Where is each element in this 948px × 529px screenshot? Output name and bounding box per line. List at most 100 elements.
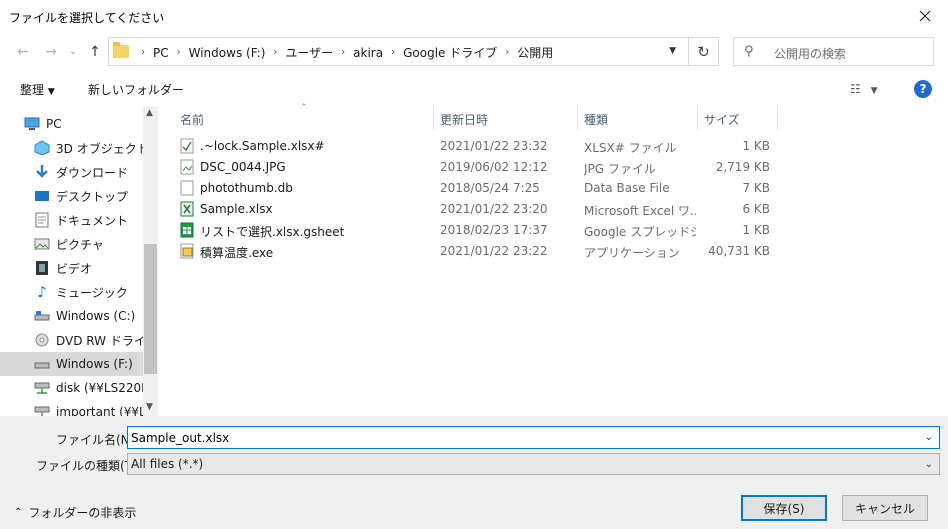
column-divider[interactable] [433,106,434,130]
chevron-up-icon[interactable]: ▲ [146,108,153,118]
column-divider[interactable] [777,106,778,130]
chevron-right-icon[interactable]: › [337,47,349,58]
scrollbar-thumb[interactable] [144,244,157,374]
gsheet-file-icon [180,222,194,238]
new-folder-button[interactable]: 新しいフォルダー [88,81,184,98]
search-input[interactable]: 公開用の検索 [774,45,846,62]
nav-item-pictures[interactable]: ピクチャ [0,232,143,256]
nav-item-drive-f[interactable]: Windows (F:) [0,352,143,376]
view-options-button[interactable]: ☷ ▼ [850,82,878,96]
column-divider[interactable] [697,106,698,130]
help-icon[interactable]: ? [914,80,932,98]
filename-input[interactable] [131,429,911,446]
refresh-button[interactable]: ↻ [689,37,719,66]
folder-icon [113,42,129,58]
arrow-right-icon: → [45,44,57,60]
close-button[interactable] [902,0,948,32]
column-header-name[interactable]: 名前 [180,106,204,130]
nav-item-3d-objects[interactable]: 3D オブジェクト [0,136,143,160]
close-icon [919,10,931,22]
breadcrumb-user[interactable]: akira [349,46,387,60]
recent-locations-button[interactable]: ⌄ [62,42,84,62]
hide-folders-toggle[interactable]: ⌃ フォルダーの非表示 [14,504,136,521]
nav-label: Windows (F:) [56,357,133,371]
dvd-drive-icon [34,332,50,348]
back-button[interactable]: ← [12,42,34,62]
column-header-date[interactable]: 更新日時 [440,106,488,130]
arrow-left-icon: ← [17,44,29,60]
nav-item-network-disk[interactable]: disk (¥¥LS220DD [0,376,143,400]
nav-item-dvd-drive[interactable]: DVD RW ドライブ ( [0,328,143,352]
db-file-icon [180,180,194,196]
nav-item-network-important[interactable]: important (¥¥LS2 [0,400,143,416]
chevron-right-icon[interactable]: › [387,47,399,58]
table-row[interactable]: リストで選択.xlsx.gsheet 2018/02/23 17:37 Goog… [160,220,780,241]
organize-button[interactable]: 整理 ▼ [20,81,55,98]
nav-item-pc[interactable]: PC [0,112,143,136]
breadcrumb-pc[interactable]: PC [149,46,173,60]
file-type: Data Base File [584,181,670,195]
file-name: photothumb.db [200,181,293,195]
nav-item-videos[interactable]: ビデオ [0,256,143,280]
network-drive-icon [34,380,50,396]
nav-item-music[interactable]: ♪ ミュージック [0,280,143,304]
nav-label: disk (¥¥LS220DD [56,381,143,395]
breadcrumb-users[interactable]: ユーザー [281,44,337,61]
filename-combobox[interactable]: ⌄ [127,426,940,449]
nav-item-desktop[interactable]: デスクトップ [0,184,143,208]
address-bar[interactable]: › PC › Windows (F:) › ユーザー › akira › Goo… [108,37,689,66]
nav-label: Windows (C:) [56,309,136,323]
nav-label: デスクトップ [56,189,129,204]
toolbar: 整理 ▼ 新しいフォルダー ☷ ▼ [0,72,948,106]
file-date: 2021/01/22 23:20 [440,202,548,216]
file-date: 2021/01/22 23:32 [440,139,548,153]
file-type: Microsoft Excel ワ... [584,204,696,218]
nav-label: ミュージック [56,285,128,300]
chevron-right-icon[interactable]: › [173,47,185,58]
nav-item-documents[interactable]: ドキュメント [0,208,143,232]
breadcrumb-drive[interactable]: Windows (F:) [185,46,270,60]
column-divider[interactable] [577,106,578,130]
file-size: 40,731 KB [708,244,770,258]
table-row[interactable]: 積算温度.exe 2021/01/22 23:22 アプリケーション 40,73… [160,241,780,262]
drive-icon [34,356,50,372]
file-date: 2021/01/22 23:22 [440,244,548,258]
chevron-down-icon: ▼ [870,86,878,96]
chevron-down-icon[interactable]: ⌄ [925,432,933,443]
file-type: XLSX# ファイル [584,141,677,155]
nav-item-drive-c[interactable]: Windows (C:) [0,304,143,328]
filetype-label: ファイルの種類(T): [36,459,141,473]
cancel-button[interactable]: キャンセル [842,495,928,521]
lock-file-icon [180,138,194,154]
navigation-pane: PC 3D オブジェクト ダウンロード デスクトップ ドキュメント ピクチャ ビ… [0,106,158,416]
arrow-up-icon: ↑ [89,44,101,60]
breadcrumb-current[interactable]: 公開用 [513,44,557,61]
breadcrumb-google-drive[interactable]: Google ドライブ [399,44,501,61]
column-header-type[interactable]: 種類 [584,106,608,130]
chevron-down-icon[interactable]: ▼ [669,46,676,56]
organize-label: 整理 [20,83,45,97]
nav-item-downloads[interactable]: ダウンロード [0,160,143,184]
video-icon [34,260,50,276]
nav-label: ドキュメント [56,213,129,228]
nav-label: ピクチャ [56,237,104,252]
table-row[interactable]: Sample.xlsx 2021/01/22 23:20 Microsoft E… [160,199,780,220]
search-box[interactable]: ⚲ 公開用の検索 [733,37,934,66]
title-bar: ファイルを選択してください [0,0,948,32]
refresh-icon: ↻ [697,42,710,61]
table-row[interactable]: DSC_0044.JPG 2019/06/02 12:12 JPG ファイル 2… [160,157,780,178]
chevron-right-icon[interactable]: › [269,47,281,58]
nav-scrollbar[interactable]: ▲ ▼ [143,106,158,416]
window-title: ファイルを選択してください [9,11,165,25]
chevron-right-icon[interactable]: › [501,47,513,58]
column-header-size[interactable]: サイズ [704,106,740,130]
filetype-select[interactable]: All files (*.*) ⌄ [127,453,940,475]
save-button[interactable]: 保存(S) [741,495,827,521]
table-row[interactable]: photothumb.db 2018/05/24 7:25 Data Base … [160,178,780,199]
pc-icon [24,116,40,132]
forward-button[interactable]: → [40,42,62,62]
file-list: ⌃ 名前 更新日時 種類 サイズ .~lock.Sample.xlsx# 202… [160,103,948,416]
up-button[interactable]: ↑ [84,42,106,62]
chevron-down-icon[interactable]: ▼ [146,402,153,412]
table-row[interactable]: .~lock.Sample.xlsx# 2021/01/22 23:32 XLS… [160,136,780,157]
